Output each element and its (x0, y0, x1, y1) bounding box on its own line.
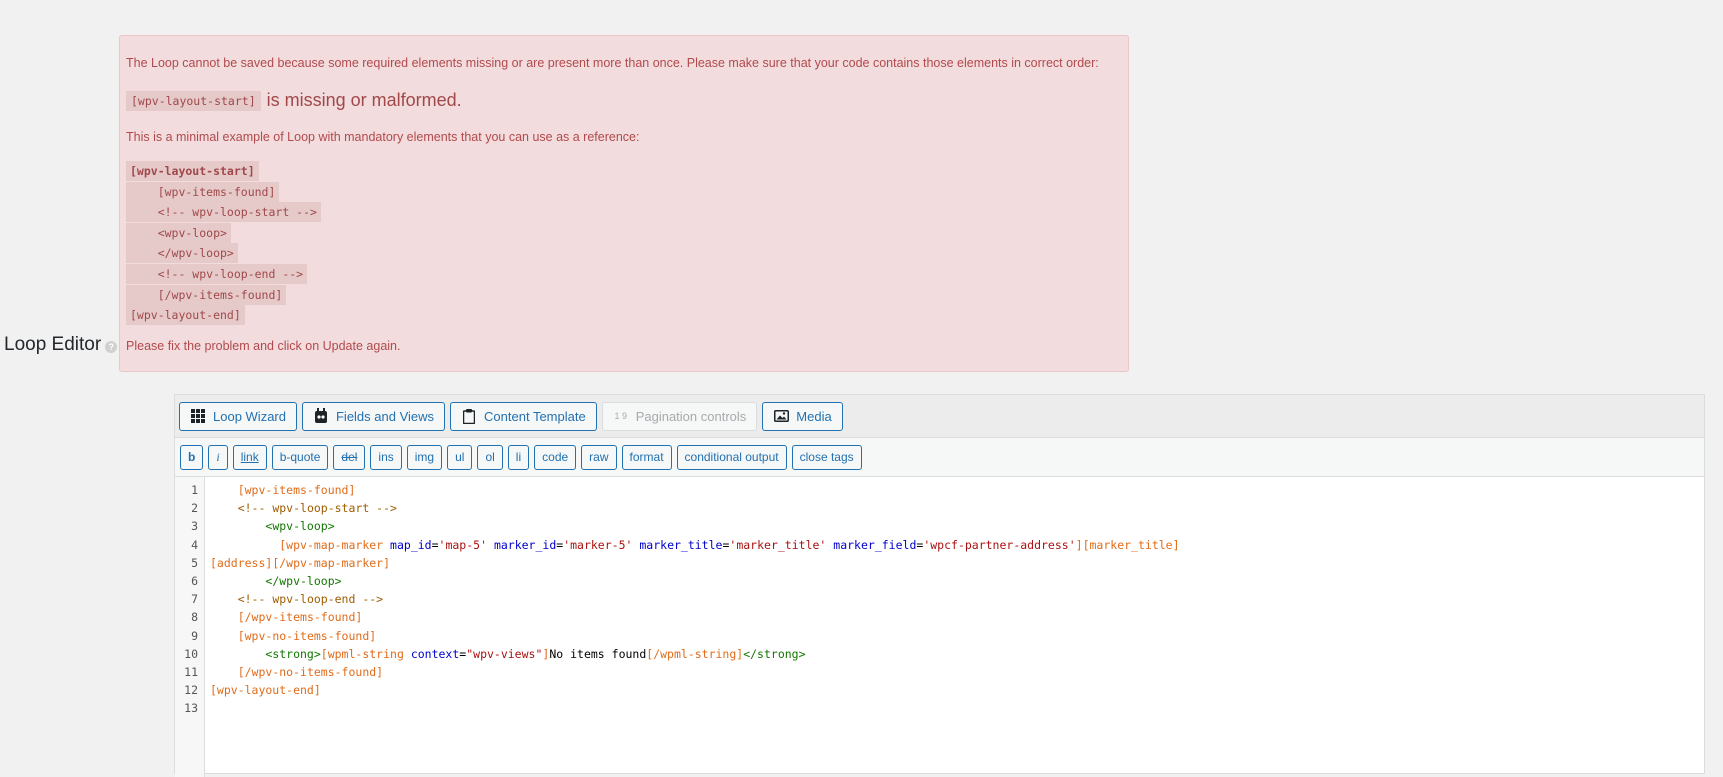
fields-and-views-button[interactable]: Fields and Views (301, 401, 446, 431)
example-code: [wpv-layout-start] [wpv-items-found] <!-… (126, 161, 321, 326)
image-icon (773, 408, 789, 424)
pagination-icon: 1 9 (614, 411, 627, 421)
media-button[interactable]: Media (762, 401, 843, 431)
missing-tag: [wpv-layout-start] (126, 90, 261, 111)
pagination-controls-label: Pagination controls (635, 408, 747, 424)
example-code-line: <wpv-loop> (126, 222, 321, 244)
example-code-line: <!-- wpv-loop-end --> (126, 263, 321, 285)
example-code-line: </wpv-loop> (126, 243, 321, 264)
code-editor[interactable]: 1 2 3 4 5 6 7 8 9 10 11 12 13 [wpv-items-found] <!--… (175, 477, 1704, 777)
code-line: [wpv-items-found] (237, 483, 356, 497)
content-template-label: Content Template (484, 408, 586, 424)
example-code-line: [wpv-layout-end] (126, 305, 321, 326)
error-message: The Loop cannot be saved because some re… (126, 56, 1099, 70)
code-line: [/wpv-items-found] (237, 610, 363, 625)
example-code-line: [/wpv-items-found] (126, 284, 321, 306)
line-number: 12 (184, 683, 198, 698)
quicktag-li-button[interactable]: li (507, 444, 530, 470)
line-number: 7 (191, 592, 198, 607)
code-line: <!-- wpv-loop-end --> (237, 592, 384, 607)
example-code-line: <!-- wpv-loop-start --> (126, 202, 321, 223)
line-number-gutter: 1 2 3 4 5 6 7 8 9 10 11 12 13 (175, 477, 205, 777)
views-icon (313, 408, 329, 424)
editor-toolbar: Loop Wizard Fields and Views Content Tem… (175, 395, 1704, 438)
line-number: 3 (191, 519, 198, 534)
quicktags-toolbar: b i link b-quote del ins img ul ol li co… (175, 438, 1704, 477)
code-line: [wpv-no-items-found] (237, 628, 377, 643)
line-number: 6 (191, 573, 198, 588)
quicktag-format-button[interactable]: format (621, 444, 672, 470)
line-number: 4 (191, 537, 198, 552)
code-line: </wpv-loop> (265, 573, 342, 588)
code-line: [/wpv-no-items-found] (237, 664, 384, 679)
line-number: 2 (191, 501, 198, 516)
media-label: Media (796, 408, 832, 424)
grid-icon (190, 408, 206, 424)
line-number: 11 (184, 664, 198, 679)
content-template-button[interactable]: Content Template (450, 401, 597, 431)
quicktag-bold-button[interactable]: b (180, 444, 204, 470)
example-code-line: [wpv-items-found] (126, 181, 321, 203)
quicktag-del-button[interactable]: del (333, 444, 366, 470)
line-number: 13 (184, 701, 198, 716)
quicktag-close-tags-button[interactable]: close tags (791, 444, 862, 470)
fix-instruction: Please fix the problem and click on Upda… (126, 339, 401, 353)
line-number: 10 (184, 646, 198, 661)
question-icon[interactable]: ? (105, 341, 118, 353)
error-notice: The Loop cannot be saved because some re… (119, 35, 1129, 372)
code-line: <strong>[wpml-string context="wpv-views"… (265, 646, 806, 661)
missing-element-notice: [wpv-layout-start] is missing or malform… (126, 90, 462, 111)
fields-and-views-label: Fields and Views (335, 408, 435, 424)
quicktag-ol-button[interactable]: ol (477, 444, 503, 470)
line-number: 5 (191, 555, 198, 570)
loop-editor-title: Loop Editor (4, 334, 102, 355)
quicktag-link-button[interactable]: link (232, 444, 267, 470)
quicktag-raw-button[interactable]: raw (581, 444, 617, 470)
example-code-line: [wpv-layout-start] (126, 161, 321, 182)
code-line: [address][/wpv-map-marker] (210, 555, 391, 570)
quicktag-ul-button[interactable]: ul (447, 444, 473, 470)
line-number: 9 (191, 628, 198, 643)
code-line: [wpv-layout-end] (210, 683, 321, 698)
loop-editor-label: Loop Editor ? (4, 334, 118, 356)
missing-text: is missing or malformed. (266, 90, 462, 110)
quicktag-blockquote-button[interactable]: b-quote (271, 444, 329, 470)
quicktag-italic-button[interactable]: i (208, 444, 228, 470)
line-number: 1 (191, 483, 198, 497)
loop-editor: Loop Wizard Fields and Views Content Tem… (174, 394, 1705, 777)
code-line: [wpv-map-marker map_id='map-5' marker_id… (279, 537, 1180, 552)
example-intro: This is a minimal example of Loop with m… (126, 130, 640, 144)
quicktag-ins-button[interactable]: ins (370, 444, 402, 470)
code-line: <!-- wpv-loop-start --> (237, 501, 397, 516)
quicktag-img-button[interactable]: img (406, 444, 443, 470)
quicktag-conditional-output-button[interactable]: conditional output (676, 444, 787, 470)
line-number: 8 (191, 610, 198, 625)
pagination-controls-button[interactable]: 1 9 Pagination controls (601, 401, 758, 431)
code-lines[interactable]: [wpv-items-found] <!-- wpv-loop-start --… (210, 481, 1704, 717)
code-line: <wpv-loop> (265, 519, 335, 534)
clipboard-icon (461, 408, 477, 424)
quicktag-code-button[interactable]: code (534, 444, 577, 470)
loop-wizard-label: Loop Wizard (213, 408, 286, 424)
loop-wizard-button[interactable]: Loop Wizard (179, 401, 297, 431)
